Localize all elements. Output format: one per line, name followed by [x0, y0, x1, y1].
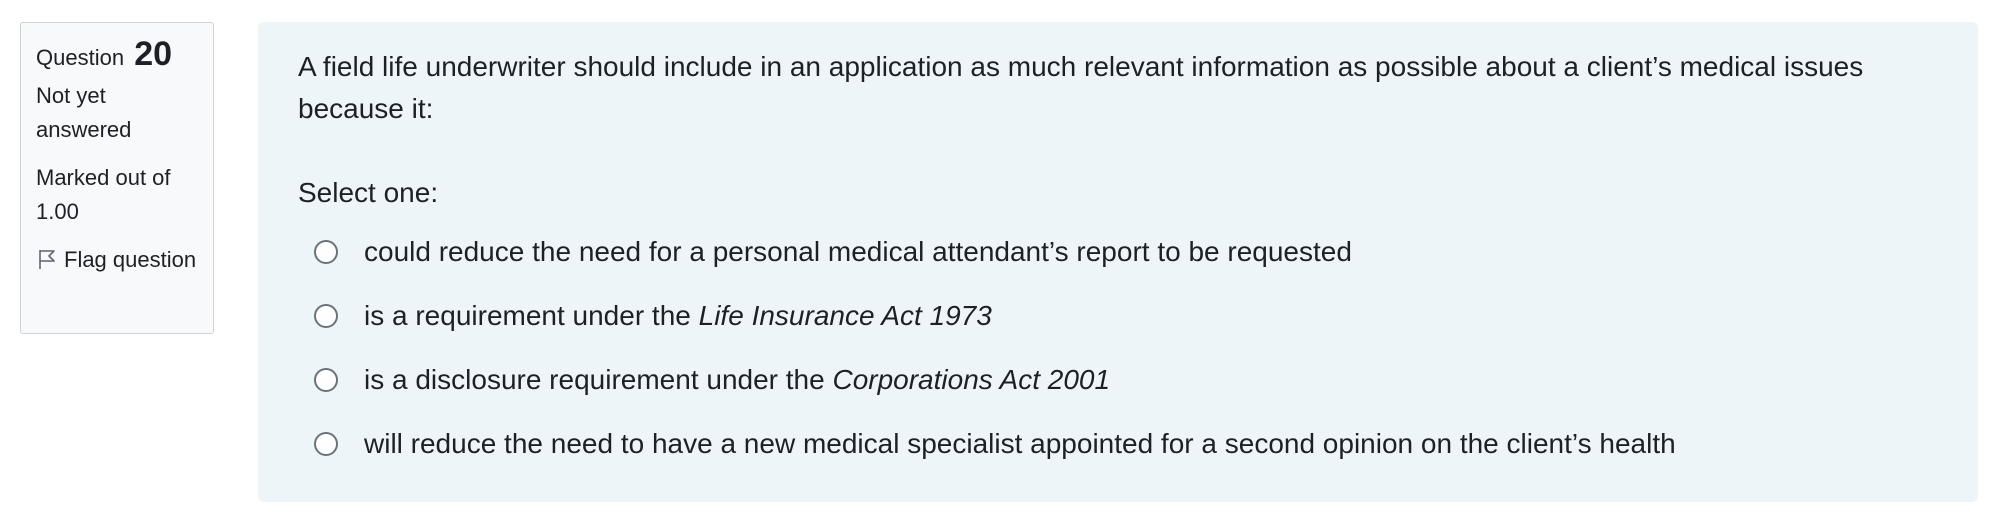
- question-label: Question: [36, 45, 125, 70]
- flag-icon: [36, 246, 58, 269]
- answer-plain-text: could reduce the need for a personal med…: [364, 236, 1352, 267]
- select-one-prompt: Select one:: [298, 177, 439, 208]
- question-content: A field life underwriter should include …: [258, 22, 1978, 502]
- quiz-question: Question 20 Not yet answered Marked out …: [0, 0, 1992, 524]
- radio-button[interactable]: [314, 368, 338, 392]
- answer-option-b[interactable]: is a requirement under the Life Insuranc…: [298, 284, 1946, 348]
- radio-button[interactable]: [314, 304, 338, 328]
- answer-label: is a disclosure requirement under the Co…: [364, 359, 1110, 401]
- answer-italic-text: Life Insurance Act 1973: [698, 300, 992, 331]
- question-number-line: Question 20: [36, 37, 199, 75]
- flag-question-link[interactable]: Flag question: [36, 243, 199, 277]
- answer-plain-text: is a requirement under the: [364, 300, 699, 331]
- answer-italic-text: Corporations Act 2001: [832, 364, 1111, 395]
- radio-button[interactable]: [314, 432, 338, 456]
- question-info-panel: Question 20 Not yet answered Marked out …: [20, 22, 214, 334]
- answer-option-c[interactable]: is a disclosure requirement under the Co…: [298, 348, 1946, 412]
- answer-options: could reduce the need for a personal med…: [298, 220, 1946, 476]
- answer-plain-text: is a disclosure requirement under the: [364, 364, 833, 395]
- flag-question-label: Flag question: [64, 247, 197, 272]
- radio-button[interactable]: [314, 240, 338, 264]
- answer-option-d[interactable]: will reduce the need to have a new medic…: [298, 412, 1946, 476]
- answer-state: Not yet answered: [36, 83, 132, 142]
- answer-label: is a requirement under the Life Insuranc…: [364, 295, 992, 337]
- question-text: A field life underwriter should include …: [298, 51, 1864, 124]
- question-number: 20: [134, 35, 173, 73]
- answer-option-a[interactable]: could reduce the need for a personal med…: [298, 220, 1946, 284]
- answer-plain-text: will reduce the need to have a new medic…: [364, 428, 1676, 459]
- answer-label: will reduce the need to have a new medic…: [364, 423, 1676, 465]
- grade-info: Marked out of 1.00: [36, 165, 171, 224]
- answer-label: could reduce the need for a personal med…: [364, 231, 1352, 273]
